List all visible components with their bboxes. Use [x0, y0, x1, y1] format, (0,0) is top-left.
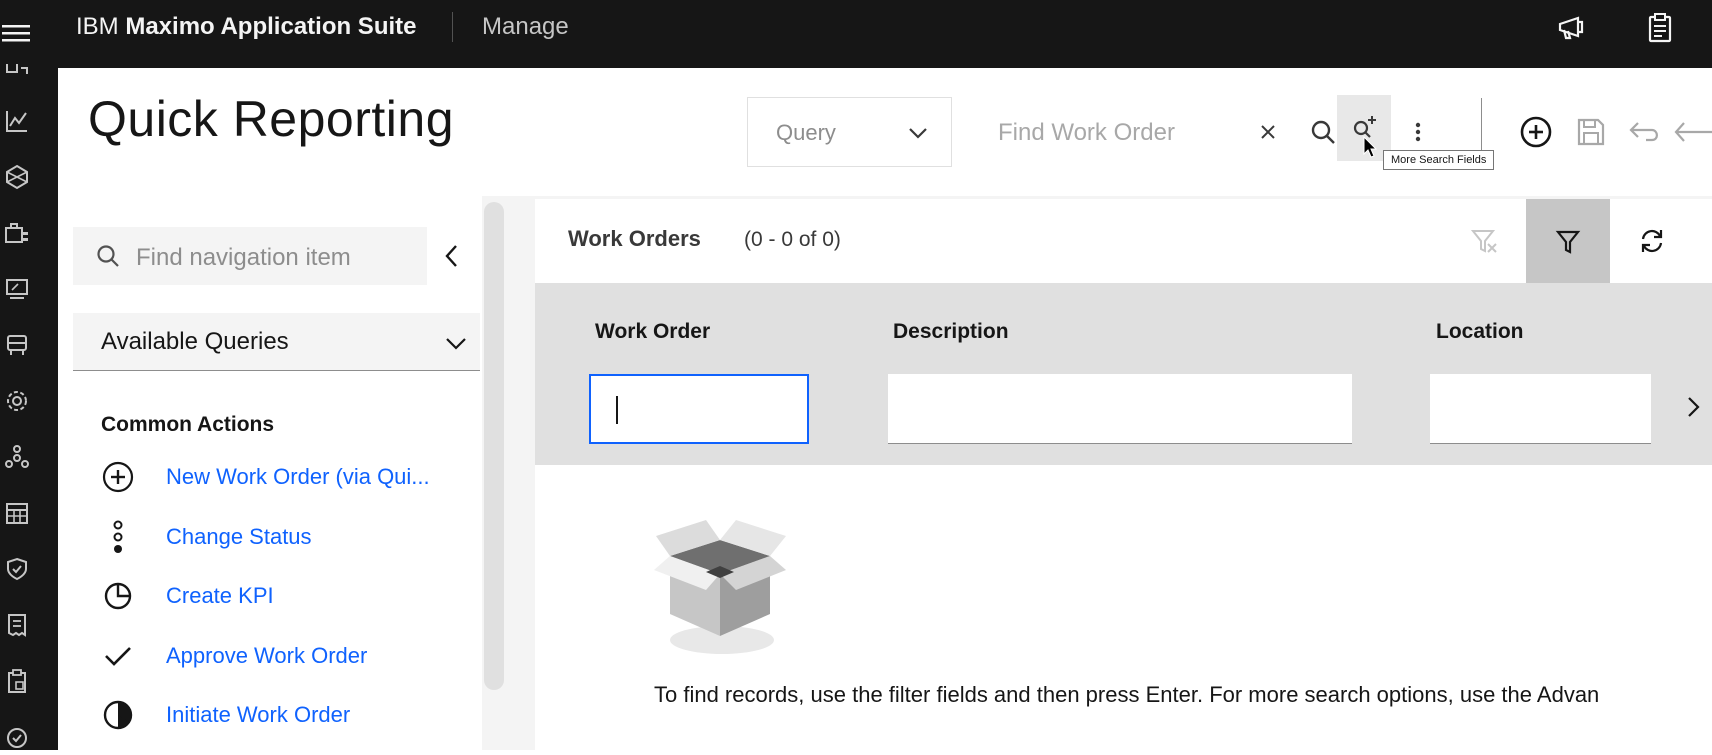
brand-name: Maximo Application Suite — [125, 13, 417, 40]
refresh-button[interactable] — [1610, 199, 1694, 283]
filter-button[interactable] — [1526, 199, 1610, 283]
clipboard-icon[interactable] — [1644, 12, 1676, 44]
empty-state-message: To find records, use the filter fields a… — [654, 682, 1600, 707]
save-button[interactable] — [1564, 97, 1618, 167]
action-label[interactable]: Initiate Work Order — [166, 702, 350, 728]
action-label[interactable]: New Work Order (via Qui... — [166, 464, 430, 490]
undo-button[interactable] — [1618, 97, 1672, 167]
chevron-left-icon — [445, 245, 457, 267]
location-filter-input[interactable] — [1430, 374, 1651, 444]
column-header-work-order[interactable]: Work Order — [595, 320, 710, 344]
hamburger-menu-icon[interactable] — [0, 12, 36, 52]
brand-divider — [452, 12, 453, 42]
megaphone-icon[interactable] — [1556, 12, 1588, 44]
filter-remove-icon — [1470, 230, 1497, 253]
new-record-button[interactable] — [1509, 97, 1563, 167]
column-header-location[interactable]: Location — [1436, 320, 1524, 344]
description-filter-input[interactable] — [888, 374, 1352, 444]
add-circle-icon — [1520, 116, 1552, 148]
panel-scrollbar-thumb[interactable] — [484, 202, 504, 690]
top-bar: IBM Maximo Application Suite Manage — [0, 0, 1712, 68]
find-work-order-placeholder: Find Work Order — [998, 119, 1175, 146]
action-initiate-work-order[interactable]: Initiate Work Order — [101, 696, 501, 736]
hierarchy-icon[interactable] — [4, 444, 30, 470]
brand-prefix: IBM — [76, 13, 119, 40]
find-work-order-input[interactable]: Find Work Order — [976, 97, 1256, 167]
search-icon — [95, 243, 121, 269]
clear-filter-button[interactable] — [1442, 199, 1526, 283]
vehicle-icon[interactable] — [4, 332, 30, 358]
save-icon — [1577, 118, 1605, 146]
table-record-count: (0 - 0 of 0) — [744, 228, 841, 251]
receipt-icon[interactable] — [4, 612, 30, 638]
checkmark-icon — [101, 639, 135, 673]
action-label[interactable]: Create KPI — [166, 583, 274, 609]
navigation-panel: Find navigation item Available Queries C… — [58, 196, 506, 750]
gauge-check-icon[interactable] — [4, 724, 30, 750]
text-caret — [616, 396, 618, 424]
collapse-panel-button[interactable] — [440, 240, 464, 272]
page-title: Quick Reporting — [88, 91, 454, 147]
tooltip: More Search Fields — [1383, 150, 1495, 170]
settings-gear-icon[interactable] — [4, 388, 30, 414]
clipboard-list-icon[interactable] — [4, 668, 30, 694]
chevron-right-icon[interactable] — [1680, 394, 1706, 420]
action-create-kpi[interactable]: Create KPI — [101, 577, 501, 617]
left-rail — [0, 64, 58, 750]
available-queries-dropdown[interactable]: Available Queries — [73, 313, 480, 371]
previous-record-button[interactable] — [1672, 97, 1712, 167]
status-dots-icon — [101, 520, 135, 554]
page-header: Quick Reporting Query Find Work Order — [58, 68, 1712, 196]
action-label[interactable]: Change Status — [166, 524, 312, 550]
calendar-grid-icon[interactable] — [4, 500, 30, 526]
add-circle-icon — [101, 460, 135, 494]
rail-partial-icon[interactable] — [4, 62, 30, 88]
action-new-work-order[interactable]: New Work Order (via Qui... — [101, 458, 501, 498]
empty-box-icon — [640, 512, 800, 662]
half-circle-icon — [101, 698, 135, 732]
nav-search-input[interactable]: Find navigation item — [73, 227, 427, 285]
nav-search-placeholder: Find navigation item — [136, 244, 351, 271]
action-change-status[interactable]: Change Status — [101, 518, 501, 558]
product-brand[interactable]: IBM Maximo Application Suite — [76, 14, 416, 40]
close-icon — [1261, 125, 1275, 139]
query-select[interactable]: Query — [747, 97, 952, 167]
network-icon[interactable] — [4, 164, 30, 190]
column-header-description[interactable]: Description — [893, 320, 1009, 344]
available-queries-label: Available Queries — [101, 328, 289, 355]
toolbox-icon[interactable] — [4, 220, 30, 246]
action-label[interactable]: Approve Work Order — [166, 643, 367, 669]
overflow-vertical-icon — [1415, 122, 1421, 142]
filter-icon — [1555, 230, 1581, 254]
chevron-down-icon — [907, 122, 929, 144]
analytics-icon[interactable] — [4, 108, 30, 134]
query-select-value: Query — [776, 120, 836, 145]
action-approve-work-order[interactable]: Approve Work Order — [101, 637, 501, 677]
refresh-icon — [1641, 229, 1663, 253]
monitor-icon[interactable] — [4, 276, 30, 302]
work-order-filter-input[interactable] — [589, 374, 809, 444]
arrow-left-icon — [1674, 122, 1712, 142]
search-icon — [1311, 120, 1335, 144]
pie-chart-icon — [101, 579, 135, 613]
clear-search-button[interactable] — [1245, 97, 1291, 167]
undo-icon — [1629, 122, 1658, 142]
mouse-cursor-icon — [1363, 135, 1379, 160]
app-name: Manage — [482, 13, 569, 40]
table-title: Work Orders — [568, 226, 701, 251]
shield-check-icon[interactable] — [4, 556, 30, 582]
chevron-down-icon — [444, 331, 468, 355]
common-actions-title: Common Actions — [101, 413, 275, 436]
